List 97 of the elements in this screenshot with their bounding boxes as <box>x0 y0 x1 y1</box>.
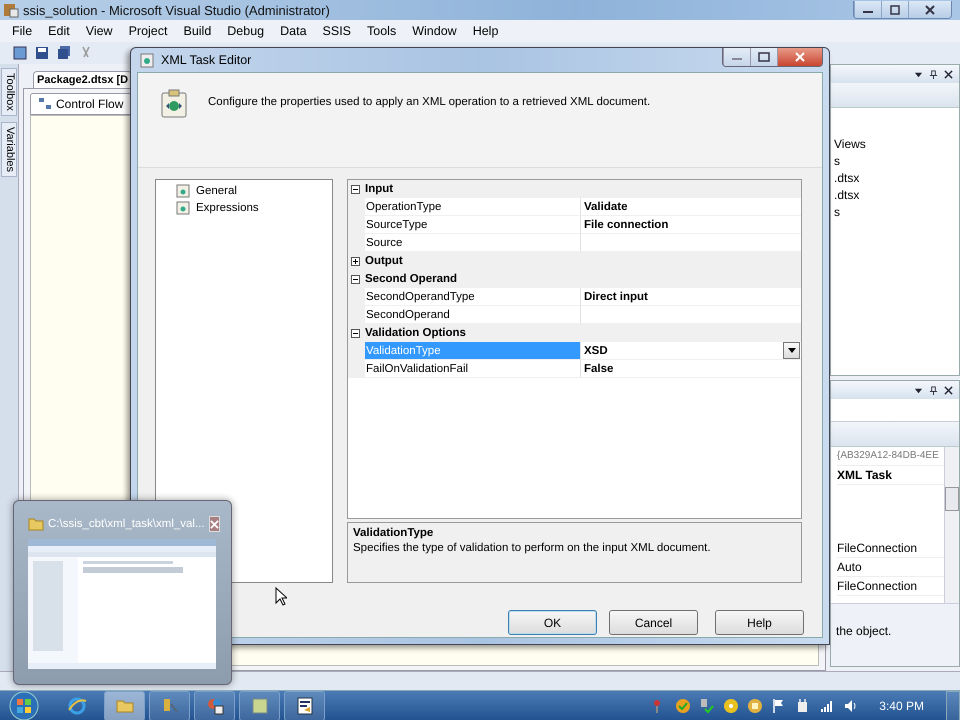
menu-item[interactable]: Window <box>404 24 465 38</box>
paint-icon[interactable] <box>194 691 235 720</box>
studio-icon[interactable] <box>284 691 325 720</box>
expander-icon[interactable] <box>351 184 360 194</box>
page-item[interactable]: Expressions <box>176 199 263 216</box>
menu-item[interactable]: File <box>4 24 40 38</box>
pin-icon[interactable] <box>929 70 938 78</box>
close-button[interactable] <box>777 48 822 66</box>
caret-icon[interactable] <box>914 70 923 78</box>
clipboard-icon <box>176 200 190 214</box>
clipboard-icon <box>176 184 190 198</box>
start-orb-icon <box>9 691 39 720</box>
disc-icon[interactable] <box>723 698 740 714</box>
tree-item[interactable]: .dtsx <box>834 170 860 187</box>
menu-item[interactable]: SSIS <box>314 24 360 38</box>
close-icon[interactable] <box>944 386 953 394</box>
designer-tab[interactable]: Control Flow <box>30 93 132 115</box>
expander-icon[interactable] <box>351 328 360 338</box>
caret-icon <box>788 348 796 353</box>
property-name[interactable]: FailOnValidationFail <box>365 360 581 378</box>
preview-title: C:\ssis_cbt\xml_task\xml_val... <box>48 518 205 530</box>
save-icon[interactable] <box>34 45 50 61</box>
property-value: Direct input <box>584 290 648 302</box>
close-icon <box>210 520 219 528</box>
close-icon <box>794 52 806 62</box>
tree-item[interactable]: .dtsx <box>834 187 860 204</box>
shield-icon[interactable] <box>675 698 692 714</box>
property-description: the object. <box>836 624 892 638</box>
menu-item[interactable]: Build <box>175 24 220 38</box>
clipboard-icon <box>139 52 155 68</box>
new-project-icon[interactable] <box>12 45 28 61</box>
expander-icon[interactable] <box>351 256 360 266</box>
minimize-button[interactable] <box>854 1 881 18</box>
clipboard-icon <box>160 89 188 119</box>
window-title: ssis_solution - Microsoft Visual Studio (Administrator) <box>23 2 330 18</box>
property-value: XSD <box>584 344 608 356</box>
category-label: Validation Options <box>365 327 466 339</box>
menu-item[interactable]: Debug <box>219 24 272 38</box>
category-label: Input <box>365 183 394 195</box>
close-icon[interactable] <box>944 70 953 78</box>
help-title: ValidationType <box>353 527 434 540</box>
notepad-icon[interactable] <box>239 691 280 720</box>
property-value: Validate <box>584 200 628 212</box>
help-text: Specifies the type of validation to perform on the input XML document. <box>353 542 712 554</box>
category-label: Output <box>365 255 403 267</box>
close-button[interactable] <box>908 1 951 18</box>
dialog-button[interactable]: Cancel <box>609 610 698 635</box>
scrollbar[interactable] <box>944 447 959 603</box>
flow-icon <box>39 98 51 110</box>
value-cell[interactable]: Direct input <box>581 288 801 306</box>
network-check-icon[interactable] <box>699 698 716 714</box>
tree-item[interactable]: s <box>834 204 840 221</box>
restore-button[interactable] <box>881 1 908 18</box>
property-name[interactable]: OperationType <box>365 198 581 216</box>
property-name[interactable]: SecondOperand <box>365 306 581 324</box>
menu-item[interactable]: Data <box>272 24 315 38</box>
restore-icon <box>889 4 901 14</box>
property-name[interactable]: Source <box>365 234 581 252</box>
mouse-pointer-icon <box>275 587 287 606</box>
property-value: File connection <box>584 218 668 230</box>
property-name[interactable]: SecondOperandType <box>365 288 581 306</box>
app-icon <box>3 2 19 18</box>
tree-item[interactable]: s <box>834 153 840 170</box>
save-all-icon[interactable] <box>56 45 72 61</box>
maximize-icon <box>758 52 770 62</box>
value-cell[interactable] <box>581 306 801 324</box>
menu-item[interactable]: Help <box>464 24 506 38</box>
clock[interactable]: 3:40 PM <box>879 699 924 713</box>
expander-icon[interactable] <box>351 274 360 284</box>
property-name[interactable]: SourceType <box>365 216 581 234</box>
page-item[interactable]: General <box>176 182 241 199</box>
menu-item[interactable]: Tools <box>359 24 404 38</box>
dialog-button[interactable]: Help <box>715 610 804 635</box>
tree-item[interactable]: Views <box>834 136 866 153</box>
close-icon <box>924 4 936 14</box>
value-cell[interactable]: False <box>581 360 801 378</box>
menu-item[interactable]: View <box>78 24 121 38</box>
folder-icon <box>28 516 44 532</box>
document-tab[interactable]: Package2.dtsx [D <box>33 71 132 88</box>
pin-icon[interactable] <box>929 386 938 394</box>
category-label: Second Operand <box>365 273 458 285</box>
dropdown-button[interactable] <box>783 342 800 359</box>
caret-icon[interactable] <box>914 386 923 394</box>
maximize-button[interactable] <box>750 48 777 66</box>
side-tab[interactable]: Toolbox <box>1 68 17 116</box>
dialog-button[interactable]: OK <box>508 610 597 635</box>
tray-icon[interactable] <box>747 698 764 714</box>
dialog-title: XML Task Editor <box>161 53 252 67</box>
menu-item[interactable]: Edit <box>40 24 78 38</box>
value-cell[interactable]: Validate <box>581 198 801 216</box>
value-cell[interactable]: File connection <box>581 216 801 234</box>
dialog-description: Configure the properties used to apply an XML operation to a retrieved XML document. <box>208 95 650 108</box>
value-cell[interactable] <box>581 234 801 252</box>
menu-item[interactable]: Project <box>120 24 176 38</box>
property-value: False <box>584 362 614 374</box>
side-tab[interactable]: Variables <box>1 122 17 177</box>
value-cell[interactable]: XSD <box>581 342 801 360</box>
